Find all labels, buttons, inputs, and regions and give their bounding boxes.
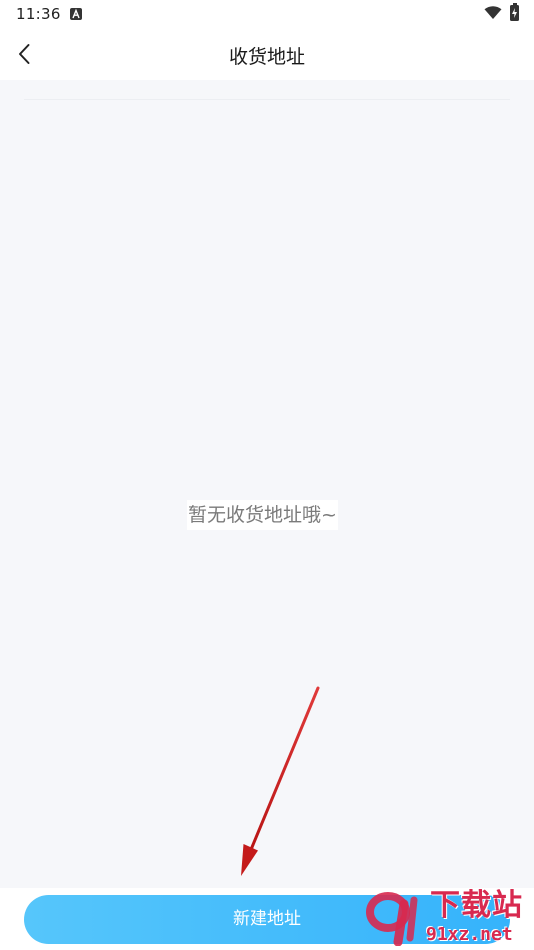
page-title: 收货地址 (228, 46, 305, 68)
a-icon (70, 8, 82, 20)
footer: 新建地址 (0, 888, 534, 950)
address-list-area[interactable]: 暂无收货地址哦~ (0, 80, 534, 888)
battery-charging-icon (510, 3, 519, 21)
status-bar: 11:36 (0, 0, 534, 28)
new-address-button[interactable]: 新建地址 (24, 895, 510, 944)
status-time: 11:36 (16, 5, 61, 23)
divider (24, 99, 510, 100)
wifi-icon (484, 6, 502, 19)
header: 收货地址 (0, 28, 534, 80)
empty-state-message: 暂无收货地址哦~ (187, 500, 338, 530)
